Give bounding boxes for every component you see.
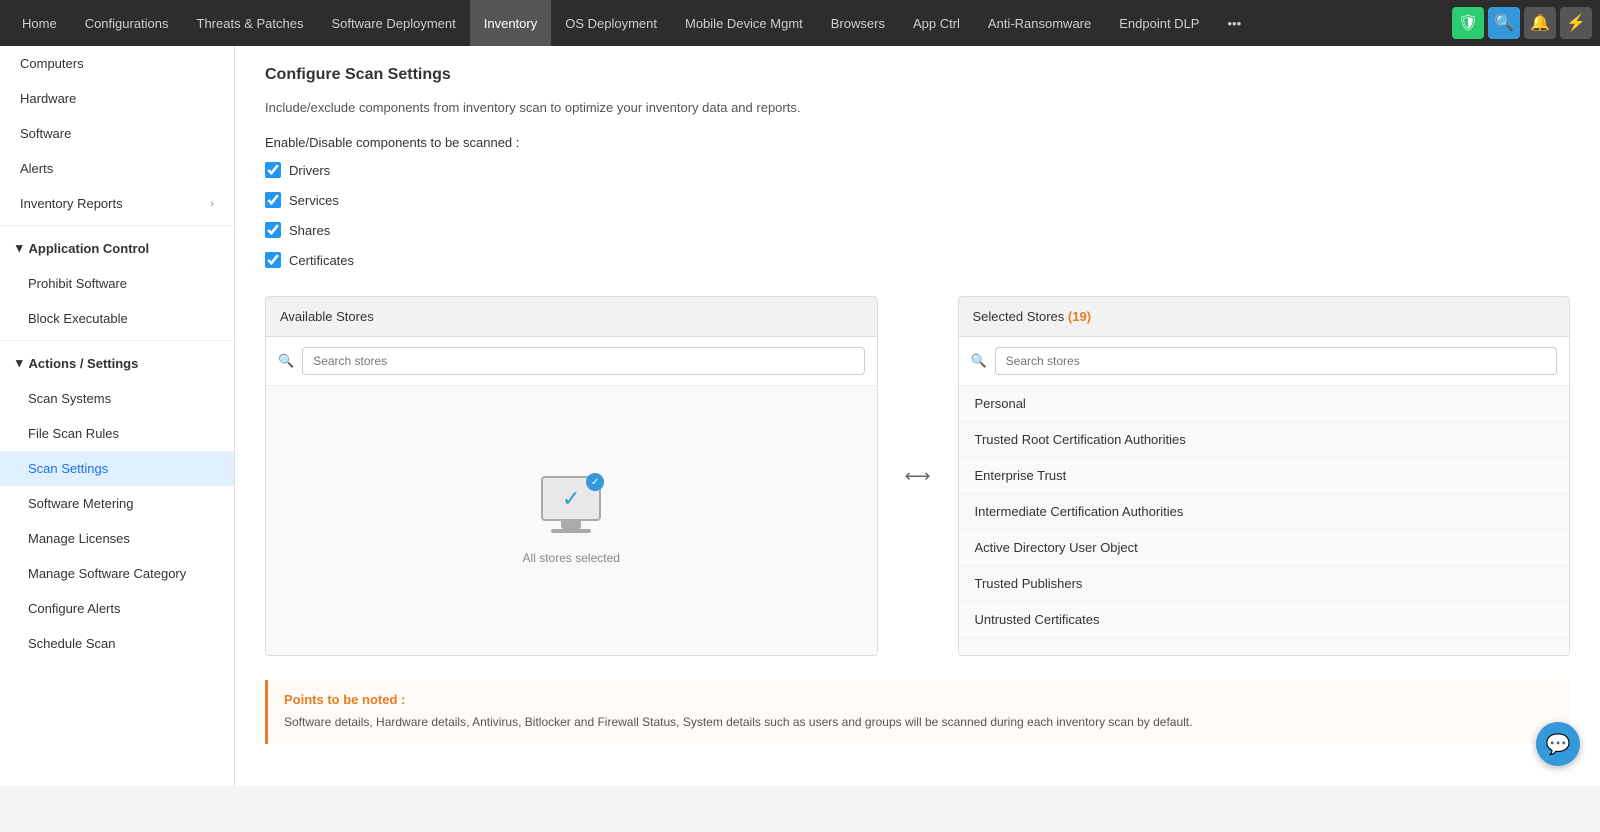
available-stores-header: Available Stores <box>266 297 877 337</box>
drivers-checkbox[interactable] <box>265 162 281 178</box>
top-navigation: Home Configurations Threats & Patches So… <box>0 0 1600 46</box>
sidebar-item-scan-settings[interactable]: Scan Settings <box>0 451 234 486</box>
nav-item-os-deployment[interactable]: OS Deployment <box>551 0 671 46</box>
selected-stores-search-input[interactable] <box>995 347 1557 375</box>
sidebar-item-computers[interactable]: Computers <box>0 46 234 81</box>
page-title: Configure Scan Settings <box>265 66 1570 84</box>
list-item[interactable]: Trusted Publishers <box>959 566 1570 602</box>
sidebar-item-prohibit-software[interactable]: Prohibit Software <box>0 266 234 301</box>
nav-item-more[interactable]: ••• <box>1213 0 1255 46</box>
check-dot-icon: ✓ <box>586 473 604 491</box>
checkbox-certificates[interactable]: Certificates <box>265 252 1570 268</box>
checkbox-services[interactable]: Services <box>265 192 1570 208</box>
nav-item-mobile[interactable]: Mobile Device Mgmt <box>671 0 817 46</box>
bell-icon-btn[interactable]: 🔔 <box>1524 7 1556 39</box>
selected-stores-panel: Selected Stores (19) 🔍 Personal Trusted … <box>958 296 1571 656</box>
nav-item-browsers[interactable]: Browsers <box>817 0 899 46</box>
nav-item-threats[interactable]: Threats & Patches <box>183 0 318 46</box>
sidebar-item-scan-systems[interactable]: Scan Systems <box>0 381 234 416</box>
transfer-arrow-icon: ⟷ <box>905 466 931 487</box>
checkbox-drivers[interactable]: Drivers <box>265 162 1570 178</box>
components-label: Enable/Disable components to be scanned … <box>265 135 1570 150</box>
sidebar-section-app-control[interactable]: ▾ Application Control <box>0 230 234 266</box>
list-item[interactable]: Trusted Root Certification Authorities <box>959 422 1570 458</box>
checkbox-group: Drivers Services Shares Certificates <box>265 162 1570 268</box>
nav-item-software-deployment[interactable]: Software Deployment <box>317 0 469 46</box>
list-item[interactable]: Untrusted Certificates <box>959 602 1570 638</box>
nav-item-endpoint-dlp[interactable]: Endpoint DLP <box>1105 0 1213 46</box>
chat-button[interactable]: 💬 <box>1536 722 1580 766</box>
sidebar-item-file-scan-rules[interactable]: File Scan Rules <box>0 416 234 451</box>
main-content: Configure Scan Settings Include/exclude … <box>235 46 1600 786</box>
sidebar-item-inventory-reports[interactable]: Inventory Reports › <box>0 186 234 221</box>
certificates-checkbox[interactable] <box>265 252 281 268</box>
sidebar-item-configure-alerts[interactable]: Configure Alerts <box>0 591 234 626</box>
notes-title: Points to be noted : <box>284 692 1554 707</box>
nav-item-inventory[interactable]: Inventory <box>470 0 551 46</box>
sidebar-item-manage-licenses[interactable]: Manage Licenses <box>0 521 234 556</box>
list-item[interactable]: Active Directory User Object <box>959 530 1570 566</box>
notes-text: Software details, Hardware details, Anti… <box>284 713 1554 732</box>
available-stores-body: ✓ ✓ All stores selected <box>266 386 877 655</box>
main-layout: Computers Hardware Software Alerts Inven… <box>0 46 1600 786</box>
chevron-right-icon: › <box>210 198 214 210</box>
sidebar-item-software-metering[interactable]: Software Metering <box>0 486 234 521</box>
shares-checkbox[interactable] <box>265 222 281 238</box>
checkbox-shares[interactable]: Shares <box>265 222 1570 238</box>
sidebar-item-software[interactable]: Software <box>0 116 234 151</box>
search-icon: 🔍 <box>278 353 294 369</box>
sidebar-section-actions-settings[interactable]: ▾ Actions / Settings <box>0 345 234 381</box>
sidebar-item-block-executable[interactable]: Block Executable <box>0 301 234 336</box>
services-checkbox[interactable] <box>265 192 281 208</box>
transfer-arrows[interactable]: ⟷ <box>898 296 938 656</box>
nav-item-app-ctrl[interactable]: App Ctrl <box>899 0 974 46</box>
sidebar-item-schedule-scan[interactable]: Schedule Scan <box>0 626 234 661</box>
selected-stores-search-container: 🔍 <box>959 337 1570 386</box>
available-stores-panel: Available Stores 🔍 ✓ ✓ <box>265 296 878 656</box>
selected-stores-list: Personal Trusted Root Certification Auth… <box>959 386 1570 655</box>
all-selected-text: All stores selected <box>523 551 620 565</box>
nav-item-home[interactable]: Home <box>8 0 71 46</box>
nav-item-configurations[interactable]: Configurations <box>71 0 183 46</box>
all-selected-illustration: ✓ ✓ <box>541 476 601 533</box>
available-stores-search-container: 🔍 <box>266 337 877 386</box>
divider-1 <box>0 225 234 226</box>
nav-item-anti-ransomware[interactable]: Anti-Ransomware <box>974 0 1105 46</box>
lightning-icon-btn[interactable]: ⚡ <box>1560 7 1592 39</box>
list-item[interactable]: Personal <box>959 386 1570 422</box>
sidebar: Computers Hardware Software Alerts Inven… <box>0 46 235 786</box>
monitor-check-icon: ✓ <box>562 486 580 512</box>
subtitle-text: Include/exclude components from inventor… <box>265 100 1570 115</box>
list-item[interactable]: Intermediate Certification Authorities <box>959 494 1570 530</box>
shield-icon-btn[interactable]: 🛡 <box>1452 7 1484 39</box>
sidebar-item-alerts[interactable]: Alerts <box>0 151 234 186</box>
search-icon-2: 🔍 <box>971 353 987 369</box>
divider-2 <box>0 340 234 341</box>
available-stores-search-input[interactable] <box>302 347 864 375</box>
sidebar-item-manage-software-category[interactable]: Manage Software Category <box>0 556 234 591</box>
monitor-base <box>551 529 591 533</box>
monitor-shape: ✓ ✓ <box>541 476 601 521</box>
sidebar-item-hardware[interactable]: Hardware <box>0 81 234 116</box>
search-icon-btn[interactable]: 🔍 <box>1488 7 1520 39</box>
notes-section: Points to be noted : Software details, H… <box>265 680 1570 744</box>
stores-container: Available Stores 🔍 ✓ ✓ <box>265 296 1570 656</box>
selected-stores-header: Selected Stores (19) <box>959 297 1570 337</box>
list-item[interactable]: Enterprise Trust <box>959 458 1570 494</box>
